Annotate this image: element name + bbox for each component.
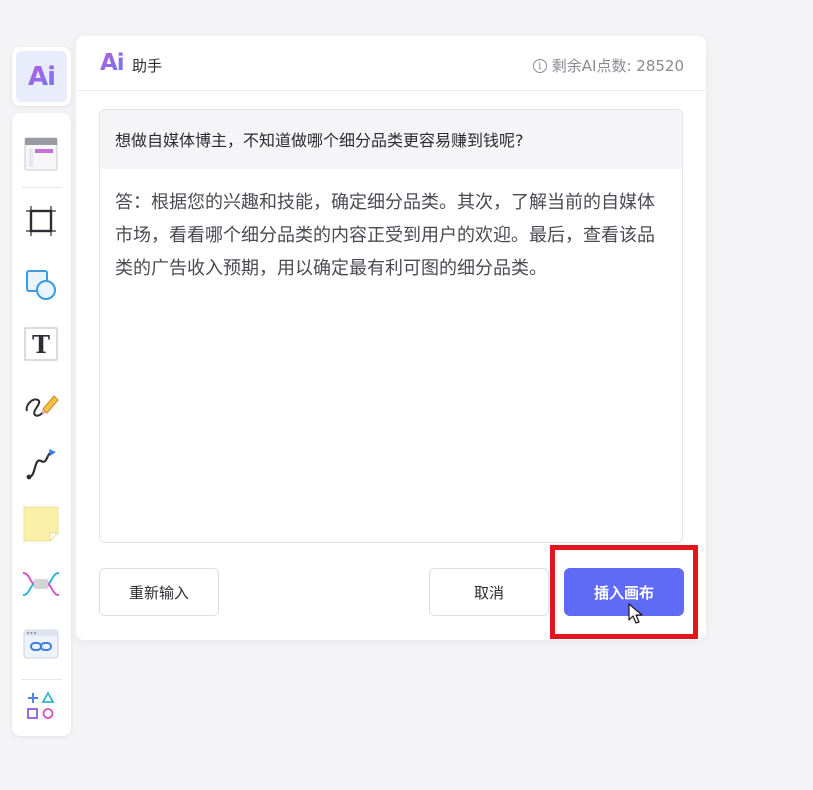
ai-quota: i 剩余AI点数: 28520	[532, 55, 684, 76]
ai-assistant-button[interactable]: Ai	[12, 47, 71, 106]
frame-icon[interactable]	[21, 201, 61, 241]
mindmap-icon[interactable]	[21, 564, 61, 604]
shape-icon[interactable]	[21, 264, 61, 304]
more-shapes-icon[interactable]	[21, 686, 61, 726]
ai-answer: 答：根据您的兴趣和技能，确定细分品类。其次，了解当前的自媒体市场，看看哪个细分品…	[115, 192, 655, 279]
text-icon[interactable]: T	[21, 324, 61, 364]
ai-assistant-dialog: Ai 助手 i 剩余AI点数: 28520 想做自媒体博主，不知道做哪个细分品类…	[76, 36, 706, 640]
cancel-button[interactable]: 取消	[429, 568, 549, 616]
ai-quota-text: 剩余AI点数: 28520	[551, 57, 684, 75]
insert-canvas-button[interactable]: 插入画布	[564, 568, 684, 616]
ai-badge-label: Ai	[27, 61, 56, 92]
toolbar-divider	[21, 187, 62, 188]
chat-content-box: 想做自媒体博主，不知道做哪个细分品类更容易赚到钱呢? 答：根据您的兴趣和技能，确…	[99, 109, 683, 543]
ai-logo-icon: Ai	[100, 50, 125, 76]
ai-assistant-icon: Ai	[16, 51, 67, 102]
connector-icon[interactable]	[21, 444, 61, 484]
dialog-title: 助手	[132, 57, 163, 75]
sticky-note-icon[interactable]	[21, 504, 61, 544]
toolbar-divider	[21, 679, 62, 680]
svg-text:T: T	[32, 330, 50, 359]
template-icon[interactable]	[21, 134, 61, 174]
link-embed-icon[interactable]	[21, 624, 61, 664]
info-icon: i	[532, 58, 547, 73]
reinput-button[interactable]: 重新输入	[99, 568, 219, 616]
cancel-button-label: 取消	[473, 583, 504, 602]
dialog-header: Ai 助手 i 剩余AI点数: 28520	[76, 36, 706, 91]
reinput-button-label: 重新输入	[128, 583, 189, 602]
user-question: 想做自媒体博主，不知道做哪个细分品类更容易赚到钱呢?	[100, 110, 682, 169]
left-toolbar: T	[12, 113, 71, 736]
pen-icon[interactable]	[21, 384, 61, 424]
insert-canvas-button-label: 插入画布	[593, 583, 654, 602]
